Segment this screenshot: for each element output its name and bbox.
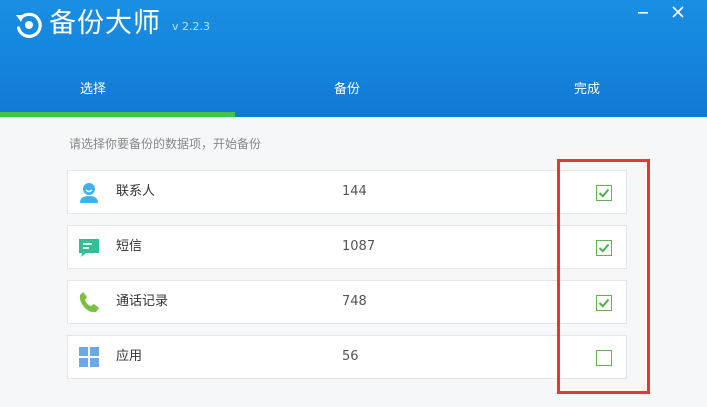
backup-restore-icon <box>16 12 42 38</box>
item-label: 短信 <box>116 239 143 254</box>
app-version: v 2.2.3 <box>172 20 210 33</box>
item-count: 748 <box>342 294 367 309</box>
item-count: 1087 <box>342 239 376 254</box>
item-label: 联系人 <box>116 184 156 199</box>
tab-select[interactable]: 选择 <box>0 70 235 110</box>
message-icon <box>79 239 99 257</box>
tab-backup[interactable]: 备份 <box>235 70 470 110</box>
backup-item-contacts[interactable]: 联系人 144 <box>67 170 627 214</box>
item-count: 56 <box>342 349 359 364</box>
app-title: 备份大师 <box>49 8 161 39</box>
tab-complete[interactable]: 完成 <box>470 70 705 110</box>
backup-item-messages[interactable]: 短信 1087 <box>67 225 627 269</box>
close-icon <box>672 6 684 18</box>
backup-item-apps[interactable]: 应用 56 <box>67 335 627 379</box>
phone-icon <box>79 292 99 313</box>
contact-icon <box>80 183 98 203</box>
highlight-annotation <box>557 159 650 394</box>
minimize-icon <box>638 12 648 14</box>
apps-grid-icon <box>79 347 99 367</box>
item-label: 应用 <box>116 349 143 364</box>
minimize-button[interactable] <box>634 4 652 18</box>
instruction-text: 请选择你要备份的数据项，开始备份 <box>69 137 262 151</box>
app-header: 备份大师 v 2.2.3 选择 备份 完成 <box>0 0 707 117</box>
backup-item-call-log[interactable]: 通话记录 748 <box>67 280 627 324</box>
item-count: 144 <box>342 184 367 199</box>
item-label: 通话记录 <box>116 294 169 309</box>
close-button[interactable] <box>669 4 687 18</box>
